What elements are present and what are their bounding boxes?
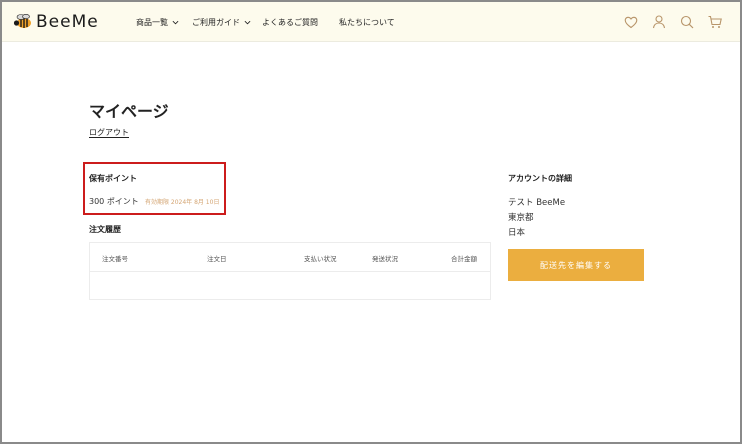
column-header-order-date: 注文日 bbox=[207, 255, 227, 263]
points-heading: 保有ポイント bbox=[89, 174, 137, 183]
wishlist-button[interactable] bbox=[623, 14, 639, 30]
nav-item-guide[interactable]: ご利用ガイド bbox=[192, 15, 251, 29]
nav-item-label: 私たちについて bbox=[339, 17, 395, 27]
account-button[interactable] bbox=[651, 14, 667, 30]
orders-table: 注文番号 注文日 支払い状況 発送状況 合計金額 bbox=[89, 242, 491, 300]
points-highlight-box bbox=[83, 162, 226, 215]
bee-icon bbox=[13, 13, 31, 28]
brand-logo[interactable]: BeeMe bbox=[12, 11, 99, 33]
brand-name: BeeMe bbox=[36, 12, 99, 32]
nav-item-label: ご利用ガイド bbox=[192, 17, 240, 27]
user-icon bbox=[652, 15, 666, 29]
account-heading: アカウントの詳細 bbox=[508, 174, 572, 183]
orders-table-header: 注文番号 注文日 支払い状況 発送状況 合計金額 bbox=[90, 243, 490, 272]
column-header-shipping-status: 発送状況 bbox=[372, 255, 398, 263]
window-frame bbox=[0, 0, 742, 444]
search-button[interactable] bbox=[679, 14, 695, 30]
cart-icon bbox=[708, 15, 722, 28]
orders-heading: 注文履歴 bbox=[89, 225, 121, 234]
logout-link[interactable]: ログアウト bbox=[89, 127, 129, 138]
nav-item-label: よくあるご質問 bbox=[262, 17, 318, 27]
nav-item-about[interactable]: 私たちについて bbox=[339, 15, 395, 29]
page-title: マイページ bbox=[89, 102, 169, 121]
nav-item-faq[interactable]: よくあるご質問 bbox=[262, 15, 318, 29]
column-header-payment-status: 支払い状況 bbox=[304, 255, 337, 263]
chevron-down-icon bbox=[172, 20, 179, 24]
column-header-order-number: 注文番号 bbox=[102, 255, 128, 263]
edit-address-button[interactable]: 配送先を編集する bbox=[508, 249, 644, 281]
account-country: 日本 bbox=[508, 228, 526, 238]
heart-icon bbox=[624, 16, 638, 29]
cart-button[interactable] bbox=[707, 14, 723, 30]
nav-item-products[interactable]: 商品一覧 bbox=[136, 15, 179, 29]
chevron-down-icon bbox=[244, 20, 251, 24]
nav-item-label: 商品一覧 bbox=[136, 17, 168, 27]
column-header-total: 合計金額 bbox=[451, 255, 477, 263]
points-expiry: 有効期限 2024年 8月 10日 bbox=[145, 199, 220, 206]
site-header: BeeMe 商品一覧 ご利用ガイド よくあるご質問 私たちについて bbox=[2, 2, 740, 42]
account-city: 東京都 bbox=[508, 213, 534, 223]
search-icon bbox=[680, 15, 694, 29]
points-value: 300 ポイント bbox=[89, 197, 139, 206]
account-name: テスト BeeMe bbox=[508, 198, 566, 208]
